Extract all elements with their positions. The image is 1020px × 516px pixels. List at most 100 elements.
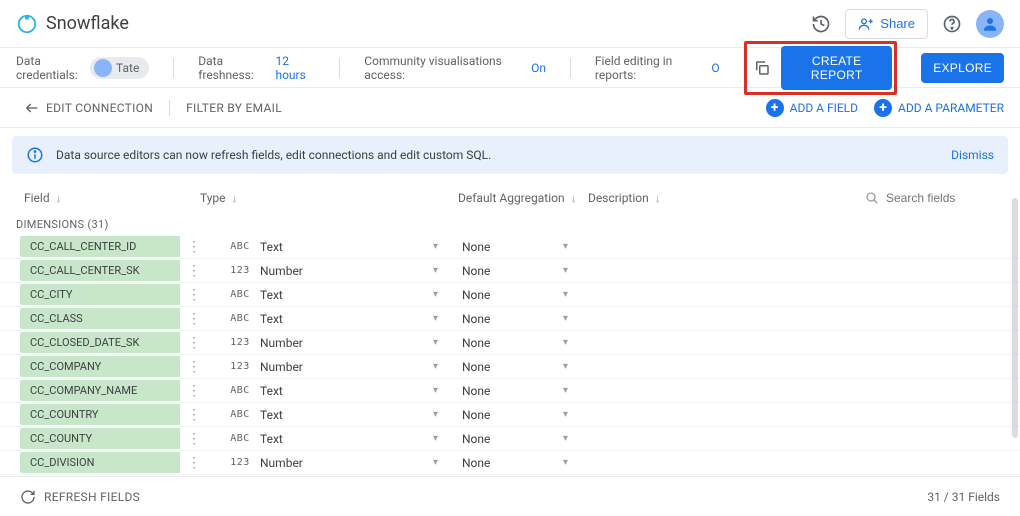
- search-fields-input[interactable]: [886, 191, 986, 205]
- chevron-down-icon[interactable]: ▾: [433, 313, 438, 324]
- chevron-down-icon[interactable]: ▾: [563, 337, 568, 348]
- chevron-down-icon[interactable]: ▾: [563, 361, 568, 372]
- field-name-pill[interactable]: CC_CALL_CENTER_SK: [20, 260, 180, 281]
- type-label: Text: [260, 432, 425, 446]
- chevron-down-icon[interactable]: ▾: [433, 361, 438, 372]
- field-menu-button[interactable]: ⋮: [186, 386, 202, 396]
- field-type-cell[interactable]: ABCText▾: [228, 408, 462, 422]
- field-menu-button[interactable]: ⋮: [186, 242, 202, 252]
- field-name-pill[interactable]: CC_CITY: [20, 284, 180, 305]
- field-type-cell[interactable]: ABCText▾: [228, 288, 462, 302]
- field-type-cell[interactable]: 123Number▾: [228, 456, 462, 470]
- field-menu-button[interactable]: ⋮: [186, 362, 202, 372]
- field-name-pill[interactable]: CC_CALL_CENTER_ID: [20, 236, 180, 257]
- chevron-down-icon[interactable]: ▾: [433, 265, 438, 276]
- share-button[interactable]: Share: [845, 9, 928, 39]
- field-menu-button[interactable]: ⋮: [186, 290, 202, 300]
- field-type-cell[interactable]: ABCText▾: [228, 384, 462, 398]
- col-field-header[interactable]: Field: [24, 191, 50, 205]
- chevron-down-icon[interactable]: ▾: [563, 409, 568, 420]
- filter-by-email-link[interactable]: FILTER BY EMAIL: [178, 97, 290, 119]
- field-row: CC_COUNTY⋮ABCText▾None▾: [0, 427, 1020, 451]
- sort-arrow-icon[interactable]: ↓: [655, 191, 661, 205]
- field-agg-cell[interactable]: None ▾: [462, 408, 592, 422]
- field-type-cell[interactable]: ABCText▾: [228, 432, 462, 446]
- field-name-pill[interactable]: CC_COUNTRY: [20, 404, 180, 425]
- user-avatar[interactable]: [976, 10, 1004, 38]
- chevron-down-icon[interactable]: ▾: [563, 313, 568, 324]
- sort-arrow-icon[interactable]: ↓: [56, 191, 62, 205]
- field-type-cell[interactable]: 123Number▾: [228, 360, 462, 374]
- field-name-pill[interactable]: CC_CLOSED_DATE_SK: [20, 332, 180, 353]
- field-agg-cell[interactable]: None▾: [462, 288, 592, 302]
- field-name-pill[interactable]: CC_COMPANY_NAME: [20, 380, 180, 401]
- field-agg-cell[interactable]: None▾: [462, 432, 592, 446]
- community-vis-access[interactable]: Community visualisations access: On: [364, 54, 546, 82]
- agg-label: None: [462, 456, 490, 470]
- chevron-down-icon[interactable]: ▾: [433, 385, 438, 396]
- chevron-down-icon[interactable]: ▾: [433, 433, 438, 444]
- field-agg-cell[interactable]: None▾: [462, 264, 592, 278]
- chevron-down-icon[interactable]: ▾: [563, 457, 568, 468]
- history-icon[interactable]: [809, 12, 833, 36]
- field-type-cell[interactable]: ABCText▾: [228, 312, 462, 326]
- field-menu-button[interactable]: ⋮: [186, 410, 202, 420]
- field-row: CC_DIVISION⋮123Number▾None▾: [0, 451, 1020, 475]
- add-field-link[interactable]: + ADD A FIELD: [766, 99, 858, 117]
- agg-label: None: [462, 408, 490, 422]
- field-type-cell[interactable]: 123Number▾: [228, 264, 462, 278]
- sort-arrow-icon[interactable]: ↓: [571, 191, 577, 205]
- data-credentials[interactable]: Data credentials: Tate: [16, 54, 149, 82]
- field-name-pill[interactable]: CC_COUNTY: [20, 428, 180, 449]
- field-agg-cell[interactable]: None▾: [462, 312, 592, 326]
- field-agg-cell[interactable]: None▾: [462, 360, 592, 374]
- snowflake-logo-icon: [16, 13, 38, 35]
- col-agg-header[interactable]: Default Aggregation: [458, 191, 565, 205]
- field-agg-cell[interactable]: None▾: [462, 240, 592, 254]
- field-agg-cell[interactable]: None ▾: [462, 456, 592, 470]
- field-name-pill[interactable]: CC_CLASS: [20, 308, 180, 329]
- field-editing-reports[interactable]: Field editing in reports: O: [595, 54, 720, 82]
- field-agg-cell[interactable]: None ▾: [462, 384, 592, 398]
- field-menu-button[interactable]: ⋮: [186, 266, 202, 276]
- chevron-down-icon[interactable]: ▾: [563, 289, 568, 300]
- copy-button[interactable]: [749, 52, 776, 84]
- chevron-down-icon[interactable]: ▾: [433, 289, 438, 300]
- scrollbar[interactable]: [1012, 198, 1018, 438]
- field-menu-button[interactable]: ⋮: [186, 314, 202, 324]
- explore-button[interactable]: EXPLORE: [921, 53, 1004, 83]
- col-type-header[interactable]: Type: [200, 191, 226, 205]
- col-desc-header[interactable]: Description: [588, 191, 649, 205]
- chevron-down-icon[interactable]: ▾: [563, 265, 568, 276]
- create-report-button[interactable]: CREATE REPORT: [781, 46, 892, 90]
- field-menu-button[interactable]: ⋮: [186, 458, 202, 468]
- type-label: Text: [260, 288, 425, 302]
- field-type-cell[interactable]: ABCText▾: [228, 240, 462, 254]
- chevron-down-icon[interactable]: ▾: [433, 457, 438, 468]
- agg-label: None: [462, 384, 490, 398]
- field-row: CC_CITY⋮ABCText▾None▾: [0, 283, 1020, 307]
- field-menu-button[interactable]: ⋮: [186, 434, 202, 444]
- field-row: CC_CLOSED_DATE_SK ⋮ 123Number▾None▾: [0, 331, 1020, 355]
- help-icon[interactable]: [940, 12, 964, 36]
- field-menu-button[interactable]: ⋮: [186, 338, 202, 348]
- chevron-down-icon[interactable]: ▾: [433, 241, 438, 252]
- type-label: Number: [260, 456, 425, 470]
- dismiss-link[interactable]: Dismiss: [951, 148, 994, 162]
- data-freshness[interactable]: Data freshness: 12 hours: [198, 54, 315, 82]
- chevron-down-icon[interactable]: ▾: [563, 385, 568, 396]
- chevron-down-icon[interactable]: ▾: [433, 337, 438, 348]
- table-header: Field ↓ Type ↓ Default Aggregation ↓ Des…: [0, 182, 1020, 214]
- field-name-pill[interactable]: CC_DIVISION: [20, 452, 180, 473]
- chevron-down-icon[interactable]: ▾: [433, 409, 438, 420]
- add-parameter-link[interactable]: + ADD A PARAMETER: [874, 99, 1004, 117]
- edit-connection-link[interactable]: EDIT CONNECTION: [16, 96, 161, 120]
- refresh-fields-link[interactable]: REFRESH FIELDS: [20, 489, 140, 505]
- field-agg-cell[interactable]: None▾: [462, 336, 592, 350]
- credentials-user-chip[interactable]: Tate: [90, 57, 149, 79]
- chevron-down-icon[interactable]: ▾: [563, 241, 568, 252]
- field-name-pill[interactable]: CC_COMPANY: [20, 356, 180, 377]
- sort-arrow-icon[interactable]: ↓: [232, 191, 238, 205]
- chevron-down-icon[interactable]: ▾: [563, 433, 568, 444]
- field-type-cell[interactable]: 123Number▾: [228, 336, 462, 350]
